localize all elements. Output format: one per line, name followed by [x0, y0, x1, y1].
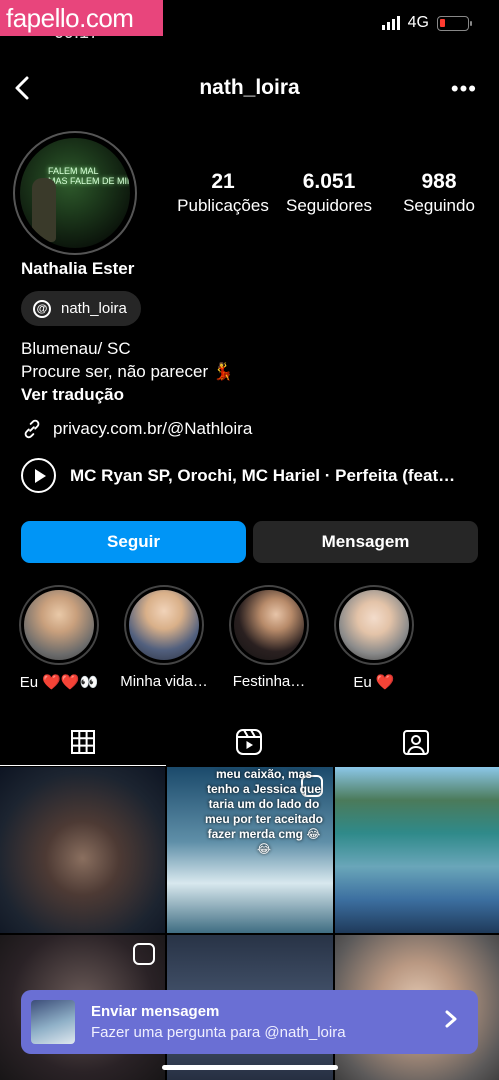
grid-post[interactable]: meu caixão, mas tenho a Jessica que tari… — [167, 767, 333, 933]
tab-tagged[interactable] — [333, 718, 499, 766]
highlight-ring — [19, 585, 99, 665]
send-message-prompt[interactable]: Enviar mensagem Fazer uma pergunta para … — [21, 990, 478, 1054]
profile-avatar[interactable]: FALEM MAL MAS FALEM DE MIM — [13, 131, 137, 255]
highlight-label: Eu ❤️ — [353, 674, 395, 691]
follow-button[interactable]: Seguir — [21, 521, 246, 563]
highlight-item[interactable]: Eu ❤️❤️👀 — [9, 585, 109, 691]
threads-badge[interactable]: @ nath_loira — [21, 291, 141, 326]
stat-followers[interactable]: 6.051 Seguidores — [276, 170, 382, 216]
network-label: 4G — [407, 14, 429, 31]
link-icon — [24, 419, 40, 439]
reel-icon — [133, 943, 155, 965]
home-indicator[interactable] — [162, 1065, 338, 1070]
profile-username-title: nath_loira — [199, 76, 300, 99]
highlight-label: Minha vida… — [120, 673, 208, 690]
highlight-image — [339, 590, 409, 660]
profile-link-text: privacy.com.br/@Nathloira — [53, 419, 253, 438]
highlight-image — [24, 590, 94, 660]
stat-following-label: Seguindo — [403, 196, 475, 215]
profile-stats: 21 Publicações 6.051 Seguidores 988 Segu… — [170, 170, 496, 216]
grid-post[interactable] — [335, 767, 499, 933]
grid-icon — [71, 730, 96, 754]
stat-posts[interactable]: 21 Publicações — [170, 170, 276, 216]
stat-posts-value: 21 — [211, 170, 235, 193]
avatar-image: FALEM MAL MAS FALEM DE MIM — [20, 138, 130, 248]
stat-posts-label: Publicações — [177, 196, 269, 215]
stat-following-value: 988 — [421, 170, 457, 193]
highlight-image — [234, 590, 304, 660]
tab-posts-grid[interactable] — [0, 718, 167, 766]
stat-following[interactable]: 988 Seguindo — [382, 170, 496, 216]
threads-handle: nath_loira — [61, 300, 127, 317]
profile-tabs — [0, 718, 499, 766]
more-options-icon[interactable]: ••• — [451, 76, 477, 102]
status-bar: 4G — [381, 14, 472, 32]
stat-followers-label: Seguidores — [285, 196, 372, 215]
profile-name: Nathalia Ester — [21, 259, 135, 278]
threads-icon: @ — [33, 299, 51, 318]
post-overlay-text: meu caixão, mas tenho a Jessica que tari… — [204, 767, 324, 856]
reels-icon — [236, 729, 263, 755]
music-title: MC Ryan SP, Orochi, MC Hariel · Perfeita… — [70, 465, 456, 485]
prompt-title: Enviar mensagem — [91, 1003, 220, 1020]
profile-music[interactable]: MC Ryan SP, Orochi, MC Hariel · Perfeita… — [21, 458, 481, 493]
highlight-item[interactable]: Eu ❤️ — [324, 585, 424, 691]
play-icon[interactable] — [21, 458, 56, 493]
signal-icon — [381, 16, 400, 30]
tab-reels[interactable] — [166, 718, 332, 766]
highlight-ring — [229, 585, 309, 665]
avatar-sign-text: FALEM MAL MAS FALEM DE MIM — [48, 166, 130, 186]
watermark: fapello.com — [0, 0, 163, 36]
highlight-image — [129, 590, 199, 660]
see-translation-link[interactable]: Ver tradução — [21, 383, 234, 406]
grid-post[interactable] — [0, 767, 165, 933]
stat-followers-value: 6.051 — [302, 170, 356, 193]
highlight-item[interactable]: Festinha… — [219, 585, 319, 690]
top-navigation: nath_loira ••• — [0, 70, 499, 108]
prompt-subtitle: Fazer uma pergunta para @nath_loira — [91, 1024, 346, 1041]
highlight-ring — [124, 585, 204, 665]
highlight-label: Eu ❤️❤️👀 — [19, 674, 99, 691]
prompt-text: Enviar mensagem Fazer uma pergunta para … — [91, 1003, 428, 1041]
message-button[interactable]: Mensagem — [253, 521, 478, 563]
battery-icon — [437, 15, 472, 31]
highlight-item[interactable]: Minha vida… — [114, 585, 214, 690]
chevron-right-icon[interactable] — [444, 1009, 458, 1035]
profile-link[interactable]: privacy.com.br/@Nathloira — [21, 418, 252, 440]
highlight-label: Festinha… — [232, 673, 306, 690]
avatar-person — [32, 178, 56, 242]
bio-line-location: Blumenau/ SC — [21, 339, 131, 358]
highlight-ring — [334, 585, 414, 665]
bio-line-quote: Procure ser, não parecer 💃 — [21, 362, 234, 381]
tagged-person-icon — [402, 730, 429, 755]
prompt-thumbnail — [31, 1000, 75, 1044]
profile-bio: Blumenau/ SC Procure ser, não parecer 💃 … — [21, 337, 234, 406]
